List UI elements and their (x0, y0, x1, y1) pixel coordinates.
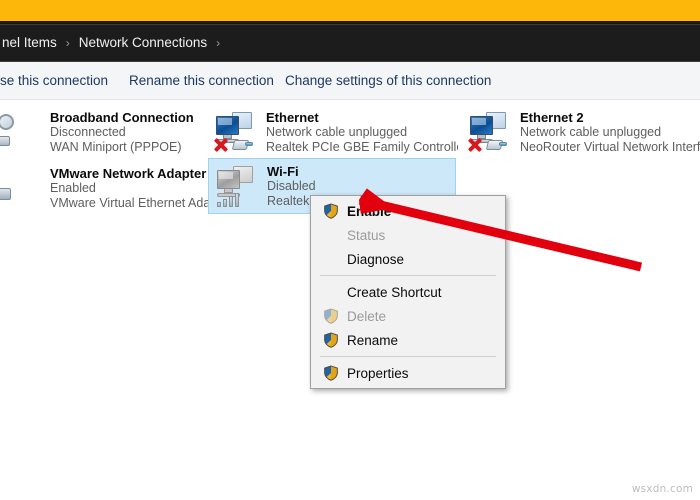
connection-device: WAN Miniport (PPPOE) (50, 140, 194, 155)
command-change-settings[interactable]: Change settings of this connection (285, 74, 491, 88)
connection-name: Ethernet 2 (520, 110, 700, 125)
connection-status: Network cable unplugged (520, 125, 700, 140)
context-menu-label: Status (347, 228, 385, 243)
context-menu-label: Delete (347, 309, 386, 324)
context-menu-item-status: Status (311, 223, 505, 247)
address-bar[interactable]: nel Items › Network Connections › (0, 24, 700, 62)
context-menu-item-enable[interactable]: Enable (311, 199, 505, 223)
command-rename-this-connection[interactable]: Rename this connection (129, 74, 274, 88)
context-menu-item-properties[interactable]: Properties (311, 361, 505, 385)
accent-bar (0, 0, 700, 21)
chevron-right-icon-trailing[interactable]: › (209, 36, 227, 50)
context-menu-label: Diagnose (347, 252, 404, 267)
connection-name: Ethernet (266, 110, 458, 125)
connection-name: Broadband Connection (50, 110, 194, 125)
context-menu-label: Properties (347, 366, 409, 381)
uac-shield-icon (323, 308, 339, 324)
vmware-adapter-icon (0, 166, 44, 214)
connection-tile-broadband[interactable]: Broadband Connection Disconnected WAN Mi… (0, 105, 242, 160)
uac-shield-icon (323, 332, 339, 348)
context-menu-item-rename[interactable]: Rename (311, 328, 505, 352)
command-disable-this-connection[interactable]: se this connection (0, 74, 108, 88)
connection-status: Network cable unplugged (266, 125, 458, 140)
wifi-disabled-icon (213, 164, 261, 212)
signal-bars-icon (217, 191, 243, 207)
broadband-icon (0, 110, 44, 158)
connection-status: Disconnected (50, 125, 194, 140)
watermark: wsxdn.com (632, 483, 693, 495)
red-x-icon (212, 136, 230, 154)
context-menu-separator (320, 275, 496, 276)
ethernet-unplugged-icon (212, 110, 260, 158)
connection-device: Realtek PCIe GBE Family Controller (266, 140, 458, 155)
chevron-right-icon: › (59, 36, 77, 50)
uac-shield-icon (323, 203, 339, 219)
context-menu-item-diagnose[interactable]: Diagnose (311, 247, 505, 271)
context-menu-label: Create Shortcut (347, 285, 442, 300)
context-menu-label: Enable (347, 204, 391, 219)
context-menu-item-delete: Delete (311, 304, 505, 328)
context-menu-label: Rename (347, 333, 398, 348)
command-bar: se this connection Rename this connectio… (0, 62, 700, 100)
connection-status: Disabled (267, 179, 322, 194)
context-menu-separator (320, 356, 496, 357)
red-x-icon (466, 136, 484, 154)
connection-name: Wi-Fi (267, 164, 322, 179)
screenshot-root: nel Items › Network Connections › se thi… (0, 0, 700, 500)
ethernet-unplugged-icon (466, 110, 514, 158)
breadcrumb-item-control-panel-items[interactable]: nel Items (0, 34, 59, 52)
breadcrumb-item-network-connections[interactable]: Network Connections (77, 34, 209, 52)
connection-device: NeoRouter Virtual Network Interf... (520, 140, 700, 155)
uac-shield-icon (323, 365, 339, 381)
connection-tile-ethernet[interactable]: Ethernet Network cable unplugged Realtek… (208, 105, 458, 160)
connection-tile-ethernet-2[interactable]: Ethernet 2 Network cable unplugged NeoRo… (462, 105, 700, 160)
context-menu-item-create-shortcut[interactable]: Create Shortcut (311, 280, 505, 304)
context-menu[interactable]: Enable Status Diagnose Create Shortcut D… (310, 195, 506, 389)
